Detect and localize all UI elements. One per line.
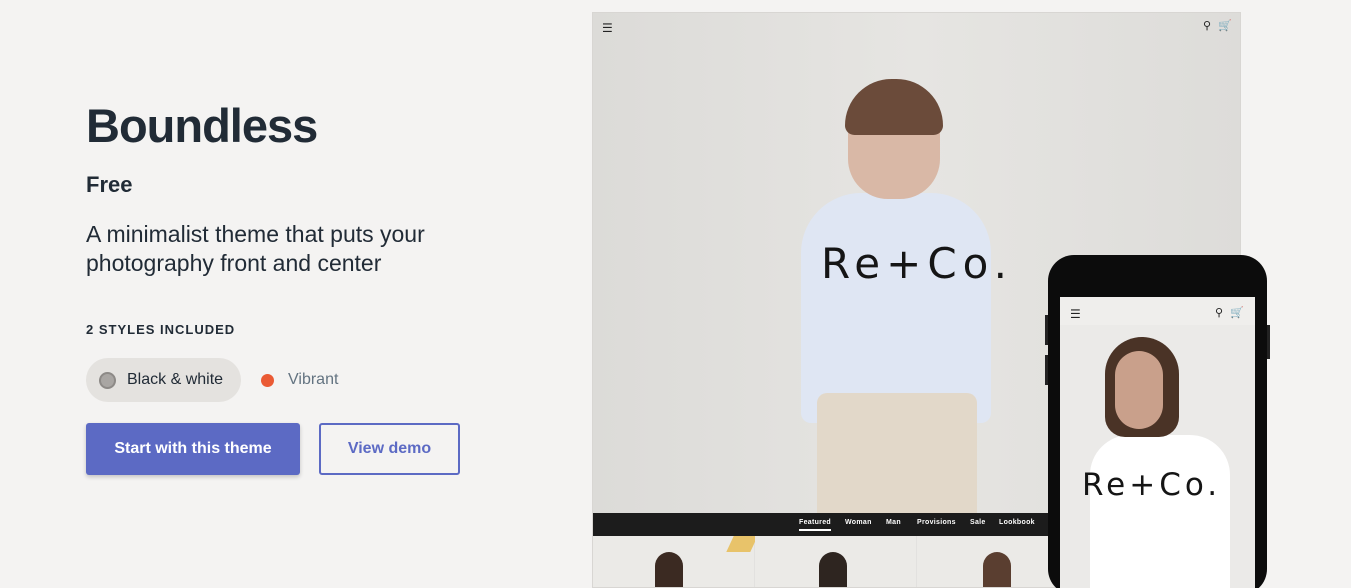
nav-item-woman[interactable]: Woman xyxy=(845,519,872,526)
style-option-vibrant[interactable]: Vibrant xyxy=(250,358,338,402)
hamburger-icon[interactable]: ☰ xyxy=(602,21,613,35)
model-skirt xyxy=(817,393,977,513)
style-label: Black & white xyxy=(127,371,224,388)
nav-item-provisions[interactable]: Provisions xyxy=(917,519,956,526)
vibrant-swatch-icon xyxy=(261,373,274,387)
preview-brand-logo: Re+Co. xyxy=(821,239,1013,288)
nav-item-man[interactable]: Man xyxy=(886,519,901,526)
style-label: Vibrant xyxy=(288,371,339,388)
phone-hero-image: Re+Co. xyxy=(1060,325,1255,588)
hamburger-icon[interactable]: ☰ xyxy=(1070,307,1081,321)
product-card[interactable] xyxy=(755,536,916,587)
style-option-black-white[interactable]: Black & white xyxy=(86,358,241,402)
phone-preview: ☰ ⚲ 🛒 Re+Co. xyxy=(1045,255,1270,588)
view-demo-button[interactable]: View demo xyxy=(319,423,460,475)
cart-icon[interactable]: 🛒 xyxy=(1218,19,1232,32)
search-icon[interactable]: ⚲ xyxy=(1215,306,1223,319)
phone-screen: ☰ ⚲ 🛒 Re+Co. xyxy=(1060,297,1255,588)
model-shirt xyxy=(801,193,991,423)
nav-item-featured[interactable]: Featured xyxy=(799,519,831,531)
styles-heading: 2 STYLES INCLUDED xyxy=(86,322,236,337)
cart-icon[interactable]: 🛒 xyxy=(1230,306,1244,319)
theme-title: Boundless xyxy=(86,99,318,152)
product-image xyxy=(655,552,683,587)
start-with-theme-button[interactable]: Start with this theme xyxy=(86,423,300,475)
model-shirt xyxy=(1090,435,1230,588)
product-image xyxy=(819,552,847,587)
model-face xyxy=(1115,351,1163,429)
phone-side-button xyxy=(1267,325,1270,359)
product-card[interactable] xyxy=(593,536,758,587)
phone-side-button xyxy=(1045,355,1048,385)
nav-item-sale[interactable]: Sale xyxy=(970,519,986,526)
nav-item-lookbook[interactable]: Lookbook xyxy=(999,519,1035,526)
phone-side-button xyxy=(1045,315,1048,345)
theme-description: A minimalist theme that puts your photog… xyxy=(86,221,425,276)
sale-badge xyxy=(726,536,758,552)
model-hair xyxy=(845,79,943,135)
preview-brand-logo: Re+Co. xyxy=(1082,467,1222,503)
product-image xyxy=(983,552,1011,587)
theme-price: Free xyxy=(86,172,133,197)
black-white-swatch-icon xyxy=(99,371,116,389)
search-icon[interactable]: ⚲ xyxy=(1203,19,1211,32)
